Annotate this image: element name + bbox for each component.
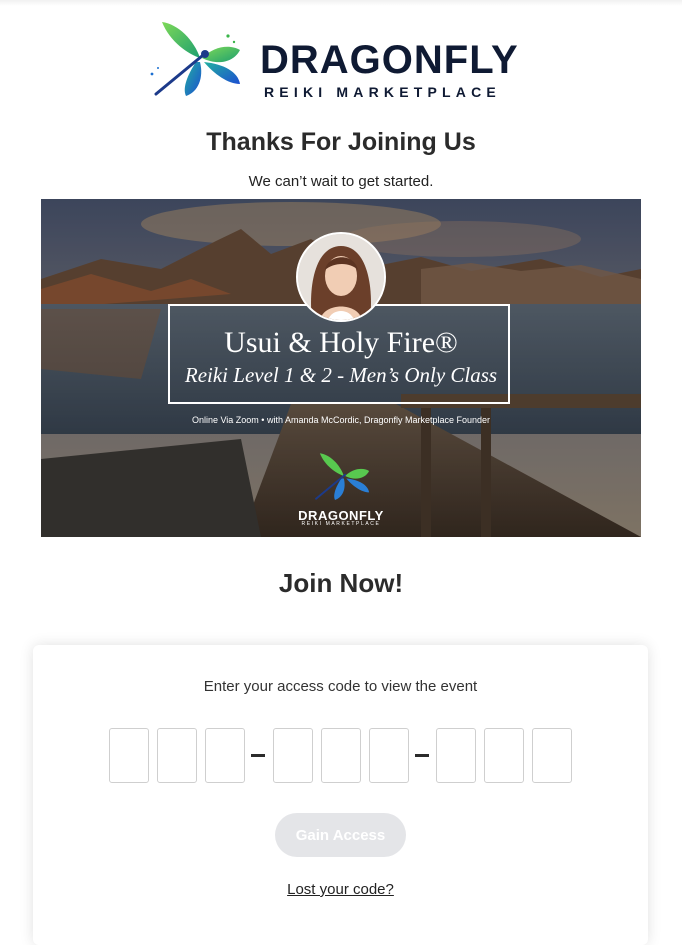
code-digit-4[interactable] [273, 728, 313, 783]
code-digit-7[interactable] [436, 728, 476, 783]
banner-logo-tagline: REIKI MARKETPLACE [301, 521, 381, 527]
event-banner: Usui & Holy Fire® Reiki Level 1 & 2 - Me… [41, 199, 641, 537]
logo-wordmark: DRAGONFLY [260, 38, 519, 82]
dragonfly-icon [315, 453, 370, 500]
banner-title: Usui & Holy Fire® [224, 326, 458, 359]
code-digit-3[interactable] [205, 728, 245, 783]
banner-subtitle: Reiki Level 1 & 2 - Men’s Only Class [184, 363, 498, 387]
code-digit-2[interactable] [157, 728, 197, 783]
banner-caption: Online Via Zoom • with Amanda McCordic, … [191, 415, 491, 425]
gain-access-button[interactable]: Gain Access [275, 813, 406, 857]
code-digit-1[interactable] [109, 728, 149, 783]
code-digit-5[interactable] [321, 728, 361, 783]
host-avatar [296, 232, 386, 322]
dragonfly-icon [150, 22, 240, 96]
access-code-card: Enter your access code to view the event… [33, 645, 648, 945]
join-heading: Join Now! [278, 568, 404, 598]
code-digit-9[interactable] [532, 728, 572, 783]
code-digit-6[interactable] [369, 728, 409, 783]
page-subtitle: We can’t wait to get started. [248, 173, 434, 190]
brand-logo[interactable]: DRAGONFLY REIKI MARKETPLACE [148, 18, 538, 104]
lost-code-link[interactable]: Lost your code? [33, 881, 648, 898]
page-title: Thanks For Joining Us [206, 128, 476, 156]
code-digit-8[interactable] [484, 728, 524, 783]
logo-tagline: REIKI MARKETPLACE [264, 84, 501, 100]
code-separator [415, 754, 429, 757]
access-code-label: Enter your access code to view the event [203, 678, 478, 695]
top-divider [0, 0, 682, 6]
code-separator [251, 754, 265, 757]
